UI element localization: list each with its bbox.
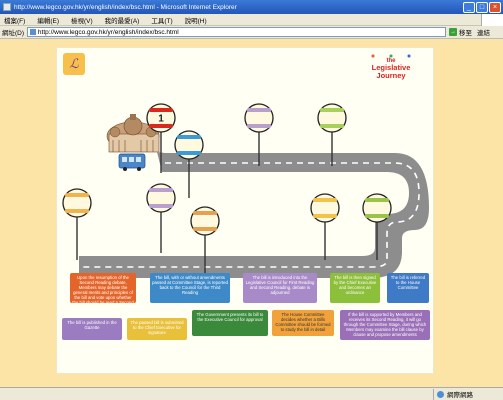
close-button[interactable]: ×	[489, 1, 501, 13]
go-label: 移至	[459, 30, 472, 37]
journey-stage: ℒ the Legislative Journey 1 Upon the res…	[56, 47, 434, 374]
go-arrow-icon: →	[449, 28, 457, 36]
stop-color-band-bottom	[320, 124, 344, 128]
stop-color-band-bottom	[149, 124, 173, 128]
stop-color-band	[65, 193, 89, 197]
menu-help[interactable]: 說明(H)	[185, 15, 207, 25]
stop-marker[interactable]	[310, 193, 340, 260]
address-field[interactable]	[27, 27, 446, 37]
menu-file[interactable]: 檔案(F)	[4, 15, 25, 25]
maximize-button[interactable]: □	[476, 1, 488, 13]
step-box-gazette[interactable]: The bill is published in the Gazette	[62, 318, 122, 340]
ie-icon	[3, 3, 11, 11]
menu-tools[interactable]: 工具(T)	[151, 15, 172, 25]
step-box-ordinance[interactable]: The bill is then signed by the Chief Exe…	[330, 273, 380, 303]
step-box-executive-council[interactable]: The Government presents its bill to the …	[192, 310, 268, 336]
step-box-chief-executive[interactable]: The passed bill is submitted to the Chie…	[127, 318, 187, 340]
stop-color-band	[193, 211, 217, 215]
menu-view[interactable]: 檢視(V)	[71, 15, 93, 25]
step-box-house-committee[interactable]: The bill is referred to the House Commit…	[387, 273, 429, 303]
stop-color-band	[177, 135, 201, 139]
stop-number: 1	[158, 114, 164, 125]
stop-color-band	[313, 198, 337, 202]
address-label: 網址(D)	[2, 30, 25, 37]
stop-color-band	[365, 198, 389, 202]
window-title: http://www.legco.gov.hk/yr/english/index…	[14, 3, 237, 11]
menubar: 檔案(F) 編輯(E) 檢視(V) 我的最愛(A) 工具(T) 說明(H)	[0, 14, 503, 26]
stop-color-band-bottom	[65, 209, 89, 213]
page-icon	[30, 29, 36, 35]
stop-color-band-bottom	[365, 214, 389, 218]
stop-color-band-bottom	[193, 227, 217, 231]
go-button[interactable]: → 移至	[449, 27, 477, 37]
menu-edit[interactable]: 編輯(E)	[37, 15, 59, 25]
minimize-button[interactable]: _	[463, 1, 475, 13]
stop-color-band	[320, 108, 344, 112]
menu-favorites[interactable]: 我的最愛(A)	[105, 15, 140, 25]
window-titlebar[interactable]: http://www.legco.gov.hk/yr/english/index…	[0, 0, 503, 14]
bus-icon	[118, 153, 146, 171]
links-label[interactable]: 連結	[477, 27, 503, 37]
stop-marker[interactable]	[146, 183, 176, 253]
stop-color-band	[149, 108, 173, 112]
address-input[interactable]	[37, 28, 445, 36]
status-bar: 網際網路	[0, 387, 503, 400]
internet-zone-icon	[437, 390, 444, 398]
zone-label: 網際網路	[447, 392, 473, 399]
step-box-second-reading-debate[interactable]: Upon the resumption of the Second Readin…	[70, 273, 136, 303]
address-bar: 網址(D) → 移至 連結	[0, 26, 503, 39]
stop-color-band-bottom	[247, 124, 271, 128]
stop-color-band	[149, 188, 173, 192]
stop-marker[interactable]	[62, 188, 92, 260]
stop-color-band-bottom	[149, 204, 173, 208]
step-box-third-reading[interactable]: The bill, with or without amendments pas…	[150, 273, 230, 303]
stop-color-band	[247, 108, 271, 112]
page-content: ℒ the Legislative Journey 1 Upon the res…	[0, 39, 503, 387]
status-zone: 網際網路	[433, 388, 503, 400]
windows-logo-icon	[481, 14, 503, 26]
step-box-bills-committee[interactable]: The House Committee decides whether a Bi…	[272, 310, 334, 336]
step-box-committee-stage[interactable]: If the bill is supported by Members and …	[340, 310, 430, 340]
step-box-first-reading[interactable]: The bill is introduced into the Legislat…	[243, 273, 317, 303]
stop-color-band-bottom	[177, 151, 201, 155]
stop-color-band-bottom	[313, 214, 337, 218]
